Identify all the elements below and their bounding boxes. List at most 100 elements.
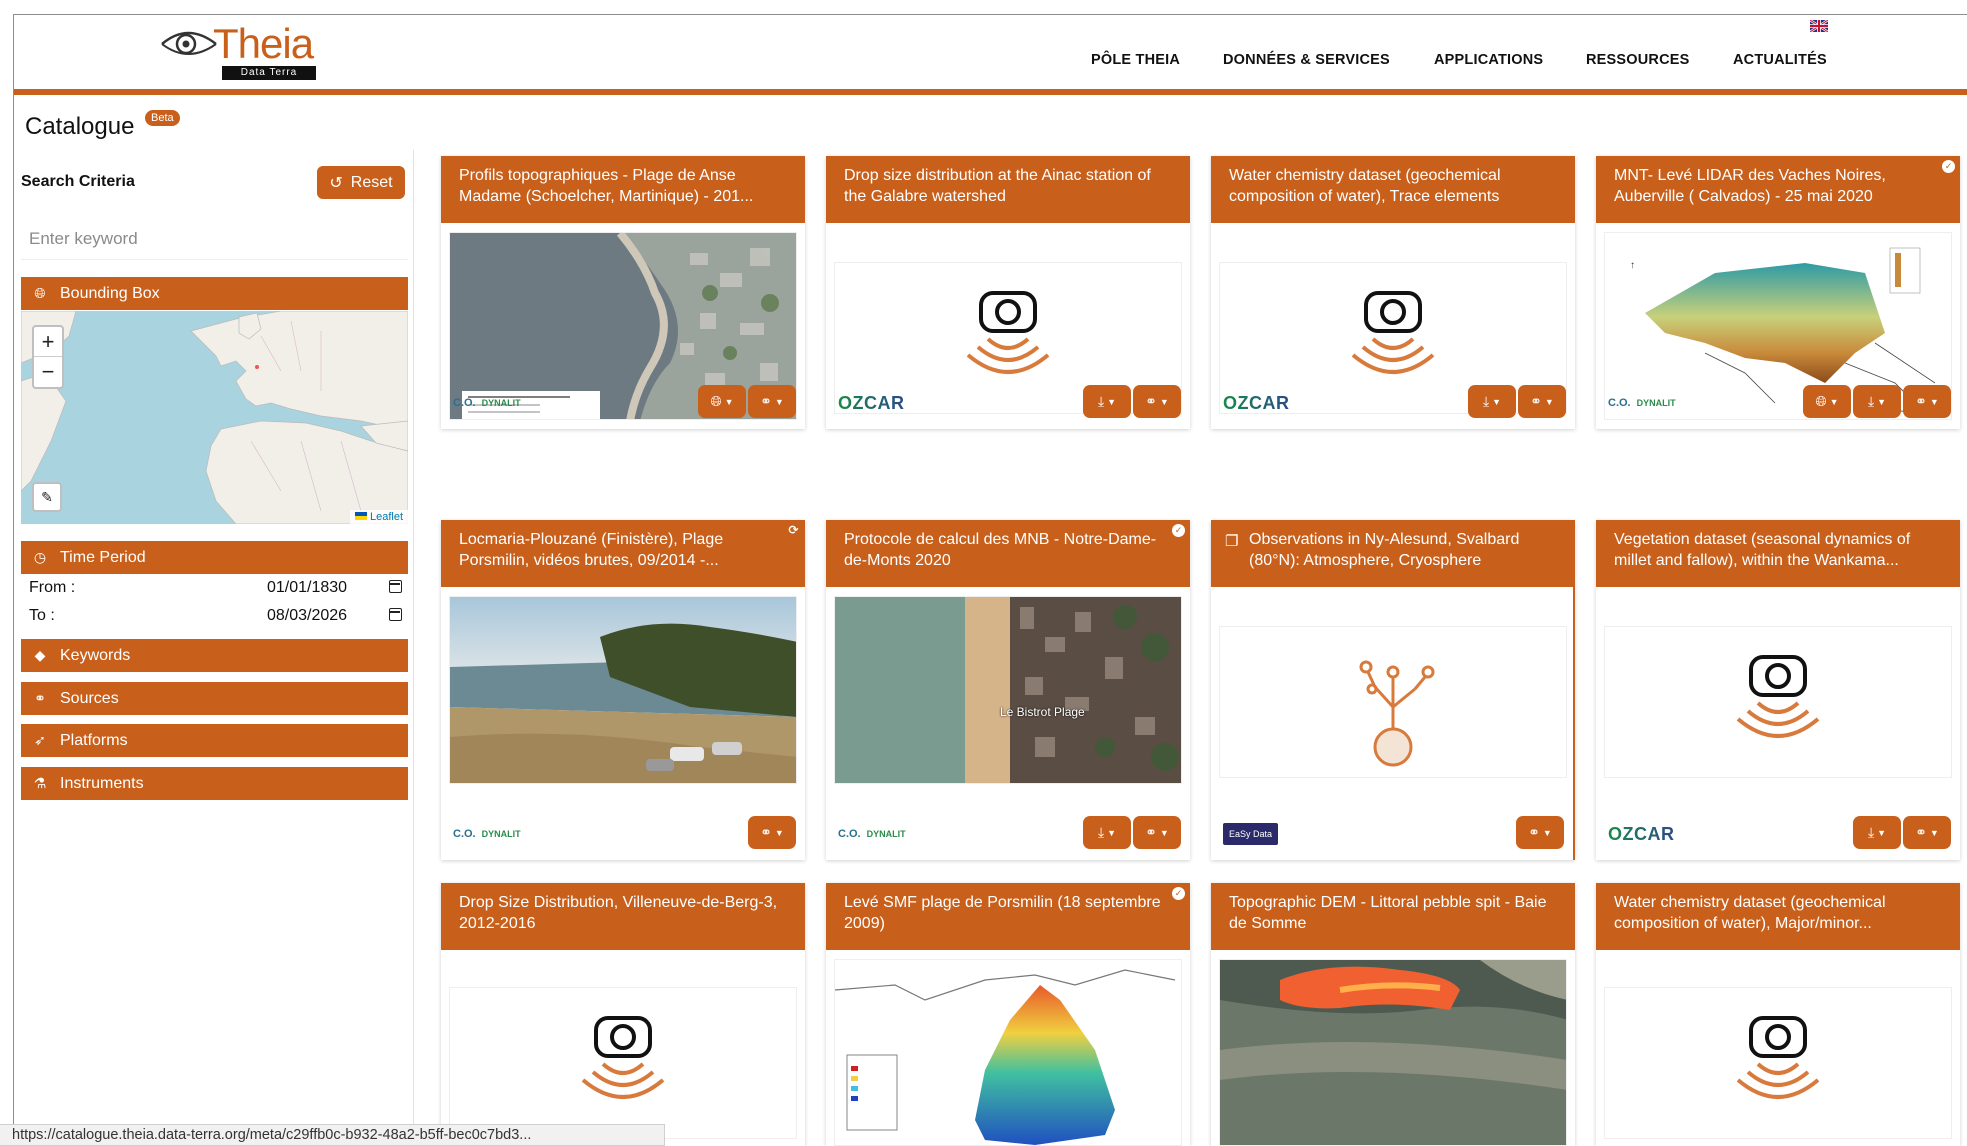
card-title[interactable]: MNT- Levé LIDAR des Vaches Noires, Auber… [1596,156,1960,223]
link-dropdown-button[interactable]: ⚭ ▼ [1518,385,1566,418]
dem-aerial-image [1220,960,1566,1145]
easy-data-logo[interactable]: EaSy Data [1223,819,1279,849]
sources-section[interactable]: ⚭ Sources [21,682,408,715]
download-dropdown-button[interactable]: ⤓ ▼ [1853,816,1901,849]
header-accent-bar [14,89,1967,95]
link-dropdown-button[interactable]: ⚭ ▼ [1903,385,1951,418]
zoom-in-button[interactable]: + [34,327,62,357]
download-dropdown-button[interactable]: ⤓ ▼ [1853,385,1901,418]
card-title[interactable]: Levé SMF plage de Porsmilin (18 septembr… [826,883,1190,950]
dynalit-logo-text: DYNALIT [866,829,906,839]
dataset-card[interactable]: Drop Size Distribution, Villeneuve-de-Be… [441,883,805,1146]
card-title[interactable]: Water chemistry dataset (geochemical com… [1211,156,1575,223]
ozcar-logo[interactable]: OZCAR [1223,388,1290,418]
link-dropdown-button[interactable]: ⚭ ▼ [1133,385,1181,418]
check-circle-icon: ✓ [1942,160,1955,173]
keywords-label: Keywords [60,646,131,664]
ozcar-logo[interactable]: OZCAR [1608,819,1675,849]
card-thumbnail[interactable] [449,596,797,784]
card-title[interactable]: Topographic DEM - Littoral pebble spit -… [1211,883,1575,950]
aerial-coast-image [835,597,1181,783]
dataset-card[interactable]: Locmaria-Plouzané (Finistère), Plage Por… [441,520,805,860]
dataset-card[interactable]: MNT- Levé LIDAR des Vaches Noires, Auber… [1596,156,1960,429]
card-title[interactable]: Observations in Ny-Alesund, Svalbard (80… [1211,520,1575,587]
card-title[interactable]: Drop size distribution at the Ainac stat… [826,156,1190,223]
nav-applications[interactable]: APPLICATIONS [1434,52,1543,68]
from-date-row[interactable]: From : 01/01/1830 [29,579,402,597]
co-logo-text: C.O. [453,397,476,409]
card-title[interactable]: Protocole de calcul des MNB - Notre-Dame… [826,520,1190,587]
theia-logo[interactable]: Theia Data Terra [160,20,320,82]
nav-ressources[interactable]: RESSOURCES [1586,52,1690,68]
nav-actualites[interactable]: ACTUALITÉS [1733,52,1827,68]
reset-button[interactable]: ↺ Reset [317,166,405,199]
dataset-card[interactable]: Protocole de calcul des MNB - Notre-Dame… [826,520,1190,860]
co-logo-text: C.O. [453,828,476,840]
caret-down-icon: ▼ [1544,396,1554,407]
keyword-search-input[interactable] [21,218,408,260]
globe-icon: 🌐︎ [710,393,722,409]
link-icon: ⚭ [1915,824,1927,840]
dataset-card[interactable]: Levé SMF plage de Porsmilin (18 septembr… [826,883,1190,1146]
to-date-value[interactable]: 08/03/2026 [267,607,347,625]
card-thumbnail[interactable] [449,987,797,1139]
bounding-box-map[interactable]: + − ✎ Leaflet [21,311,408,524]
uk-flag-icon[interactable] [1810,20,1828,32]
download-dropdown-button[interactable]: ⤓ ▼ [1468,385,1516,418]
download-dropdown-button[interactable]: ⤓ ▼ [1083,816,1131,849]
globe-dropdown-button[interactable]: 🌐︎ ▼ [698,385,746,418]
link-dropdown-button[interactable]: ⚭ ▼ [1903,816,1951,849]
bounding-box-section[interactable]: 🌐︎ Bounding Box [21,277,408,310]
link-dropdown-button[interactable]: ⚭ ▼ [1133,816,1181,849]
time-period-label: Time Period [60,548,146,566]
ozcar-logo-text: OZCAR [838,392,905,413]
card-title[interactable]: Locmaria-Plouzané (Finistère), Plage Por… [441,520,805,587]
card-title[interactable]: Water chemistry dataset (geochemical com… [1596,883,1960,950]
dataset-card[interactable]: Topographic DEM - Littoral pebble spit -… [1211,883,1575,1146]
card-thumbnail[interactable] [1219,959,1567,1146]
card-title[interactable]: Drop Size Distribution, Villeneuve-de-Be… [441,883,805,950]
to-label: To : [29,607,55,624]
time-period-section[interactable]: ◷ Time Period [21,541,408,574]
platforms-section[interactable]: ➶ Platforms [21,724,408,757]
zoom-out-button[interactable]: − [34,357,62,387]
dataset-card[interactable]: Water chemistry dataset (geochemical com… [1596,883,1960,1146]
download-icon: ⤓ [1097,824,1105,840]
from-date-value[interactable]: 01/01/1830 [267,579,347,597]
card-thumbnail[interactable] [1604,626,1952,778]
dataset-card[interactable]: Water chemistry dataset (geochemical com… [1211,156,1575,429]
leaflet-link[interactable]: Leaflet [370,511,403,523]
globe-dropdown-button[interactable]: 🌐︎ ▼ [1803,385,1851,418]
dataset-card[interactable]: Drop size distribution at the Ainac stat… [826,156,1190,429]
to-date-row[interactable]: To : 08/03/2026 [29,607,402,625]
nav-donnees-services[interactable]: DONNÉES & SERVICES [1223,52,1390,68]
nav-pole-theia[interactable]: PÔLE THEIA [1091,52,1180,68]
ozcar-logo[interactable]: OZCAR [838,388,905,418]
link-icon: ⚭ [1145,824,1157,840]
download-dropdown-button[interactable]: ⤓ ▼ [1083,385,1131,418]
link-dropdown-button[interactable]: ⚭ ▼ [748,385,796,418]
dataset-card[interactable]: Observations in Ny-Alesund, Svalbard (80… [1211,520,1575,860]
calendar-icon[interactable] [389,580,402,593]
link-dropdown-button[interactable]: ⚭ ▼ [1516,816,1564,849]
card-thumbnail[interactable] [1604,987,1952,1139]
card-title[interactable]: Profils topographiques - Plage de Anse M… [441,156,805,223]
co-dynalit-logo[interactable]: C.O. DYNALIT [1608,388,1676,418]
card-thumbnail[interactable] [834,959,1182,1146]
download-icon: ⤓ [1482,393,1490,409]
dataset-card[interactable]: Profils topographiques - Plage de Anse M… [441,156,805,429]
card-thumbnail[interactable] [1219,626,1567,778]
map-attribution[interactable]: Leaflet [349,510,408,524]
dataset-card[interactable]: Vegetation dataset (seasonal dynamics of… [1596,520,1960,860]
card-title[interactable]: Vegetation dataset (seasonal dynamics of… [1596,520,1960,587]
calendar-icon[interactable] [389,608,402,621]
pencil-draw-icon[interactable]: ✎ [32,482,62,512]
co-dynalit-logo[interactable]: C.O. DYNALIT [453,819,521,849]
co-dynalit-logo[interactable]: C.O. DYNALIT [838,819,906,849]
keywords-section[interactable]: ◆ Keywords [21,639,408,672]
link-dropdown-button[interactable]: ⚭ ▼ [748,816,796,849]
instruments-section[interactable]: ⚗︎ Instruments [21,767,408,800]
dynalit-logo-text: DYNALIT [481,829,521,839]
co-dynalit-logo[interactable]: C.O. DYNALIT [453,388,521,418]
card-thumbnail[interactable]: Le Bistrot Plage [834,596,1182,784]
